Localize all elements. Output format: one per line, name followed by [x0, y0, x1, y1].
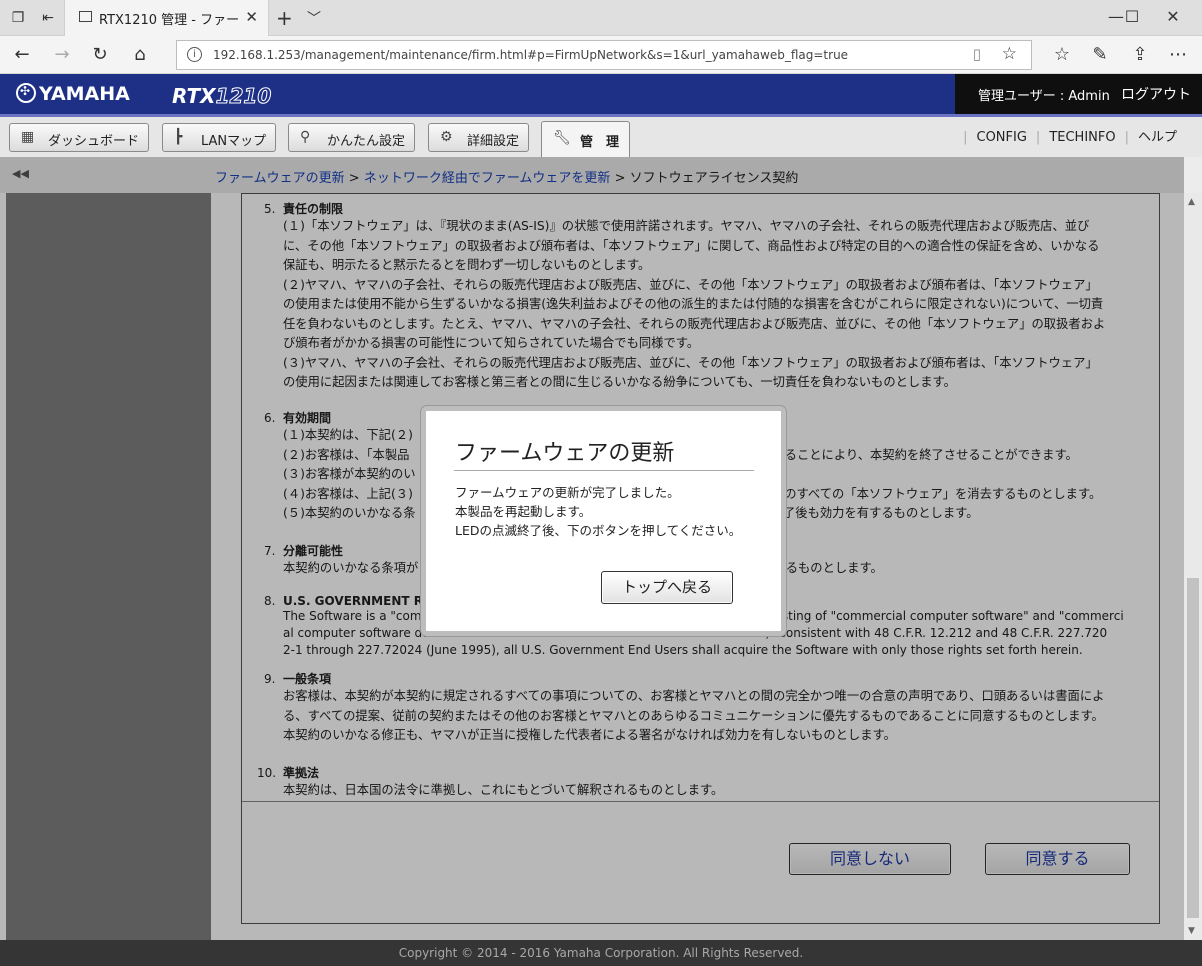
utility-links: | CONFIG | TECHINFO | ヘルプ [963, 126, 1186, 145]
web-note-icon[interactable]: ✎ [1088, 43, 1112, 67]
copyright-text: Copyright © 2014 - 2016 Yamaha Corporati… [398, 946, 804, 960]
favorites-hub-icon[interactable]: ☆ [1050, 43, 1074, 67]
wrench-icon: 🔧︎ [553, 130, 571, 146]
dialog-message-line: ファームウェアの更新が完了しました。 [455, 485, 680, 500]
logout-link[interactable]: ログアウト [1121, 84, 1191, 104]
router-header: YAMAHA RTX1210 管理ユーザー : Admin ログアウト [0, 74, 1202, 114]
browser-tab[interactable]: RTX1210 管理 - ファームウ ✕ [64, 0, 269, 36]
tab-preview-chevron-icon[interactable]: ﹀ [307, 8, 321, 28]
dialog-message-line: 本製品を再起動します。 [455, 504, 592, 519]
menu-easy-setup-label: かんたん設定 [327, 134, 406, 149]
footer: Copyright © 2014 - 2016 Yamaha Corporati… [0, 940, 1202, 966]
config-link[interactable]: CONFIG [968, 130, 1036, 145]
dialog-message-line: LEDの点滅終了後、下のボタンを押してください。 [455, 523, 742, 538]
scroll-down-arrow-icon[interactable]: ▼ [1188, 926, 1195, 936]
back-to-top-button[interactable]: トップへ戻る [601, 571, 733, 604]
menu-advanced-label: 詳細設定 [467, 134, 520, 149]
url-text[interactable]: 192.168.1.253/management/maintenance/fir… [213, 48, 848, 62]
techinfo-link[interactable]: TECHINFO [1040, 130, 1124, 145]
admin-user-label: 管理ユーザー : Admin [978, 89, 1110, 104]
favorite-star-icon[interactable]: ☆ [1002, 44, 1017, 64]
main-menu: ▦ ダッシュボード ┣ LANマップ ⚲ かんたん設定 ⚙ 詳細設定 🔧︎ 管 … [0, 117, 1202, 158]
tab-title: RTX1210 管理 - ファームウ [99, 13, 239, 28]
share-icon[interactable]: ⇪ [1128, 43, 1152, 67]
set-aside-tabs-icon[interactable]: ⇤ [38, 8, 58, 28]
menu-lanmap-button[interactable]: ┣ LANマップ [162, 123, 276, 152]
forward-icon[interactable]: → [50, 43, 74, 67]
menu-dashboard-label: ダッシュボード [48, 134, 140, 149]
dashboard-icon: ▦ [21, 129, 35, 145]
browser-tab-bar: ❐ ⇤ RTX1210 管理 - ファームウ ✕ + ﹀ — ☐ ✕ [0, 0, 1202, 36]
lan-map-icon: ┣ [174, 129, 183, 145]
browser-nav-bar: ← → ↻ ⌂ i 192.168.1.253/management/maint… [0, 36, 1202, 74]
wand-icon: ⚲ [300, 129, 311, 145]
page-scrollbar[interactable]: ▲ ▼ [1184, 193, 1202, 940]
product-name: RTX1210 [172, 84, 272, 109]
new-tab-icon[interactable]: + [276, 6, 293, 30]
help-link[interactable]: ヘルプ [1129, 130, 1186, 145]
menu-dashboard-button[interactable]: ▦ ダッシュボード [9, 123, 149, 152]
menu-easy-setup-button[interactable]: ⚲ かんたん設定 [288, 123, 415, 152]
gear-icon: ⚙ [440, 129, 453, 145]
tab-close-icon[interactable]: ✕ [245, 8, 258, 26]
back-icon[interactable]: ← [10, 43, 34, 67]
reading-view-icon[interactable]: ▯ [973, 45, 981, 63]
menu-manage-label: 管 理 [580, 135, 620, 150]
yamaha-logo: YAMAHA [16, 83, 130, 105]
tuning-fork-logo-icon [16, 83, 36, 103]
menu-manage-tab[interactable]: 🔧︎ 管 理 [541, 121, 630, 158]
scroll-up-arrow-icon[interactable]: ▲ [1188, 197, 1195, 207]
user-box: 管理ユーザー : Admin ログアウト [955, 74, 1202, 114]
page-favicon-icon [79, 11, 92, 22]
tab-manager-icon[interactable]: ❐ [8, 8, 28, 28]
scroll-thumb[interactable] [1187, 578, 1199, 918]
maximize-icon[interactable]: ☐ [1117, 7, 1147, 26]
menu-lanmap-label: LANマップ [201, 134, 267, 149]
menu-advanced-button[interactable]: ⚙ 詳細設定 [428, 123, 529, 152]
site-info-icon[interactable]: i [187, 47, 202, 62]
address-bar[interactable]: i 192.168.1.253/management/maintenance/f… [176, 40, 1032, 70]
dialog-title: ファームウェアの更新 [455, 441, 675, 466]
dialog-message: ファームウェアの更新が完了しました。 本製品を再起動します。 LEDの点滅終了後… [455, 483, 741, 540]
window-close-icon[interactable]: ✕ [1158, 7, 1188, 26]
refresh-icon[interactable]: ↻ [88, 43, 112, 67]
firmware-update-dialog: ファームウェアの更新 ファームウェアの更新が完了しました。 本製品を再起動します… [421, 406, 786, 636]
dialog-divider [454, 470, 754, 471]
more-icon[interactable]: ⋯ [1166, 43, 1190, 67]
home-icon[interactable]: ⌂ [128, 43, 152, 67]
